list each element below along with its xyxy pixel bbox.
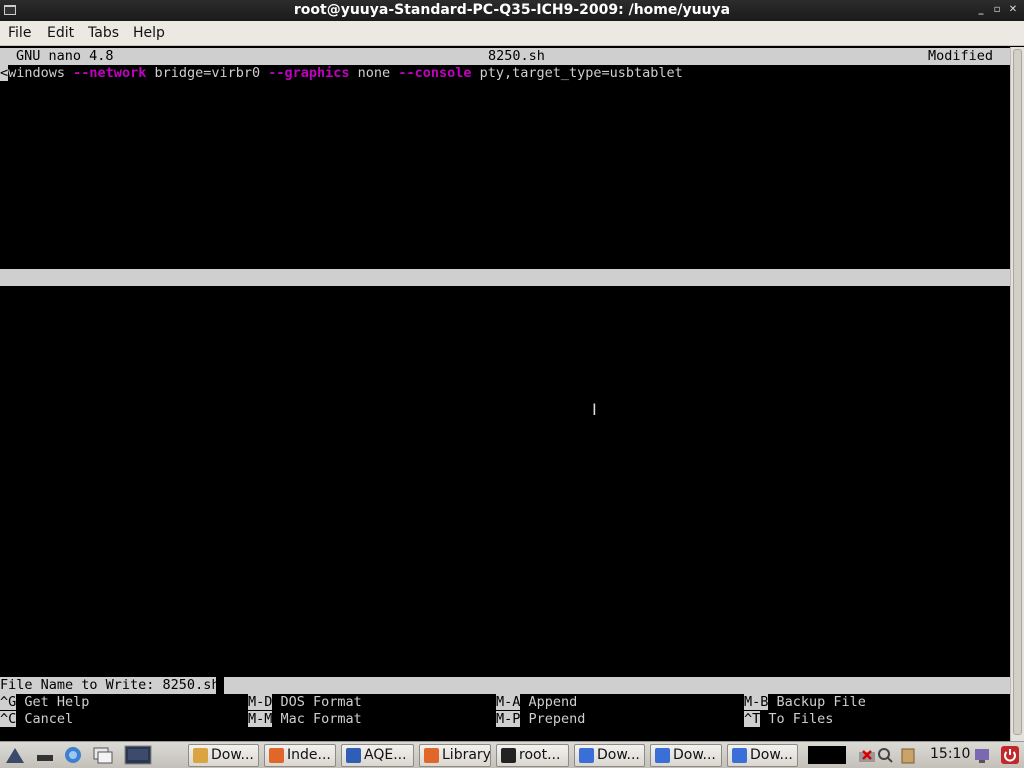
shortcut-label: Backup File <box>776 694 866 710</box>
search-tray-icon[interactable] <box>876 746 894 764</box>
network-disconnected-icon[interactable] <box>858 746 876 764</box>
nano-filename: 8250.sh <box>488 48 545 64</box>
document-icon <box>732 748 747 763</box>
clock[interactable]: 15:10 <box>930 746 970 762</box>
folder-icon <box>193 748 208 763</box>
window-title: root@yuuya-Standard-PC-Q35-ICH9-2009: /h… <box>293 2 731 18</box>
document-icon <box>579 748 594 763</box>
taskbar-button[interactable]: Dow... <box>188 744 259 767</box>
shortcut-item[interactable]: ^C Cancel <box>0 711 73 728</box>
shortcut-key: M-M <box>248 711 273 727</box>
code-token: bridge=virbr0 <box>146 65 269 81</box>
terminal-icon <box>501 748 516 763</box>
code-token: --console <box>398 65 472 81</box>
shortcut-label: Append <box>528 694 578 710</box>
globe-icon <box>346 748 361 763</box>
show-desktop-icon[interactable] <box>34 745 56 765</box>
mouse-cursor-ibeam-icon: I <box>592 400 597 419</box>
nano-version: GNU nano 4.8 <box>16 48 114 64</box>
tray-monitor <box>808 746 846 764</box>
close-button[interactable]: ✕ <box>1006 3 1020 17</box>
taskbar-button-label: Dow... <box>750 747 793 763</box>
shortcut-key: ^G <box>0 694 17 710</box>
shortcut-item[interactable]: M-M Mac Format <box>248 711 362 728</box>
taskbar-button-label: Inde... <box>287 747 331 763</box>
taskbar-button[interactable]: Dow... <box>574 744 645 767</box>
menu-file[interactable]: File <box>8 25 31 41</box>
code-token: none <box>349 65 399 81</box>
shortcut-item[interactable]: M-B Backup File <box>744 694 866 711</box>
taskbar-button-label: root... <box>519 747 561 763</box>
shortcut-key: M-P <box>496 711 521 727</box>
shortcut-item[interactable]: M-D DOS Format <box>248 694 362 711</box>
taskbar-button-label: Dow... <box>597 747 640 763</box>
terminal-scrollbar[interactable] <box>1010 47 1024 741</box>
firefox-icon <box>424 748 439 763</box>
shortcut-key: M-D <box>248 694 273 710</box>
shortcut-key: ^C <box>0 711 17 727</box>
shortcut-label: Cancel <box>24 711 74 727</box>
window-list-icon[interactable] <box>92 745 114 765</box>
code-token: --graphics <box>268 65 350 81</box>
taskbar-button[interactable]: Library <box>419 744 491 767</box>
shortcut-label: To Files <box>768 711 834 727</box>
shortcut-key: ^T <box>744 711 761 727</box>
shortcut-item[interactable]: ^T To Files <box>744 711 833 728</box>
taskbar-button-label: Dow... <box>211 747 254 763</box>
window-titlebar[interactable]: root@yuuya-Standard-PC-Q35-ICH9-2009: /h… <box>0 0 1024 21</box>
shortcut-label: Get Help <box>24 694 90 710</box>
taskbar-button[interactable]: AQE... <box>341 744 414 767</box>
code-token: windows <box>8 65 74 81</box>
taskbar-button-label: Library <box>442 747 491 763</box>
nano-title-bar: GNU nano 4.8 8250.sh Modified <box>0 48 1010 65</box>
power-icon[interactable] <box>1001 746 1019 764</box>
code-token: pty,target_type=usbtablet <box>471 65 683 81</box>
menu-help[interactable]: Help <box>133 25 165 41</box>
menu-bar: File Edit Tabs Help <box>0 21 1024 46</box>
taskbar-button-label: AQE... <box>364 747 407 763</box>
clipboard-icon[interactable] <box>899 746 917 764</box>
filename-prompt: File Name to Write: 8250.sh <box>0 677 220 694</box>
shortcut-label: Mac Format <box>280 711 362 727</box>
scrollbar-thumb[interactable] <box>1013 49 1022 735</box>
shortcut-key: M-B <box>744 694 769 710</box>
start-menu-icon[interactable] <box>4 745 26 765</box>
menu-edit[interactable]: Edit <box>47 25 74 41</box>
firefox-icon <box>269 748 284 763</box>
document-icon <box>655 748 670 763</box>
prompt-input-fill[interactable] <box>224 677 1010 694</box>
taskbar-button[interactable]: Dow... <box>650 744 722 767</box>
shortcut-item[interactable]: M-A Append <box>496 694 577 711</box>
editor-line[interactable]: <windows --network bridge=virbr0 --graph… <box>0 65 683 82</box>
code-token: < <box>0 65 9 81</box>
code-token: --network <box>73 65 147 81</box>
shortcut-label: DOS Format <box>280 694 362 710</box>
menu-tabs[interactable]: Tabs <box>88 25 119 41</box>
text-cursor <box>216 677 224 694</box>
terminal-launcher-icon[interactable] <box>124 745 152 765</box>
shortcut-item[interactable]: ^G Get Help <box>0 694 89 711</box>
shortcut-item[interactable]: M-P Prepend <box>496 711 585 728</box>
minimize-button[interactable]: _ <box>974 3 988 17</box>
shortcut-key: M-A <box>496 694 521 710</box>
nano-prompt-bar[interactable]: File Name to Write: 8250.sh <box>0 677 1010 694</box>
highlighted-bar <box>0 269 1010 286</box>
taskbar-button-label: Dow... <box>673 747 716 763</box>
taskbar: Dow... Inde... AQE... Library root... Dow... D… <box>0 741 1024 768</box>
shortcut-row: ^C Cancel M-M Mac Format M-P Prepend ^T To … <box>0 711 1010 728</box>
shortcut-label: Prepend <box>528 711 586 727</box>
taskbar-button[interactable]: Dow... <box>727 744 798 767</box>
screen-lock-icon[interactable] <box>973 746 991 764</box>
nano-modified-status: Modified <box>928 48 994 64</box>
taskbar-button[interactable]: root... <box>496 744 569 767</box>
terminal-area[interactable]: GNU nano 4.8 8250.sh Modified <windows -… <box>0 47 1010 741</box>
taskbar-button[interactable]: Inde... <box>264 744 336 767</box>
maximize-button[interactable]: ▫ <box>990 3 1004 17</box>
shortcut-row: ^G Get Help M-D DOS Format M-A Append M-B B… <box>0 694 1010 711</box>
browser-launcher-icon[interactable] <box>62 745 84 765</box>
